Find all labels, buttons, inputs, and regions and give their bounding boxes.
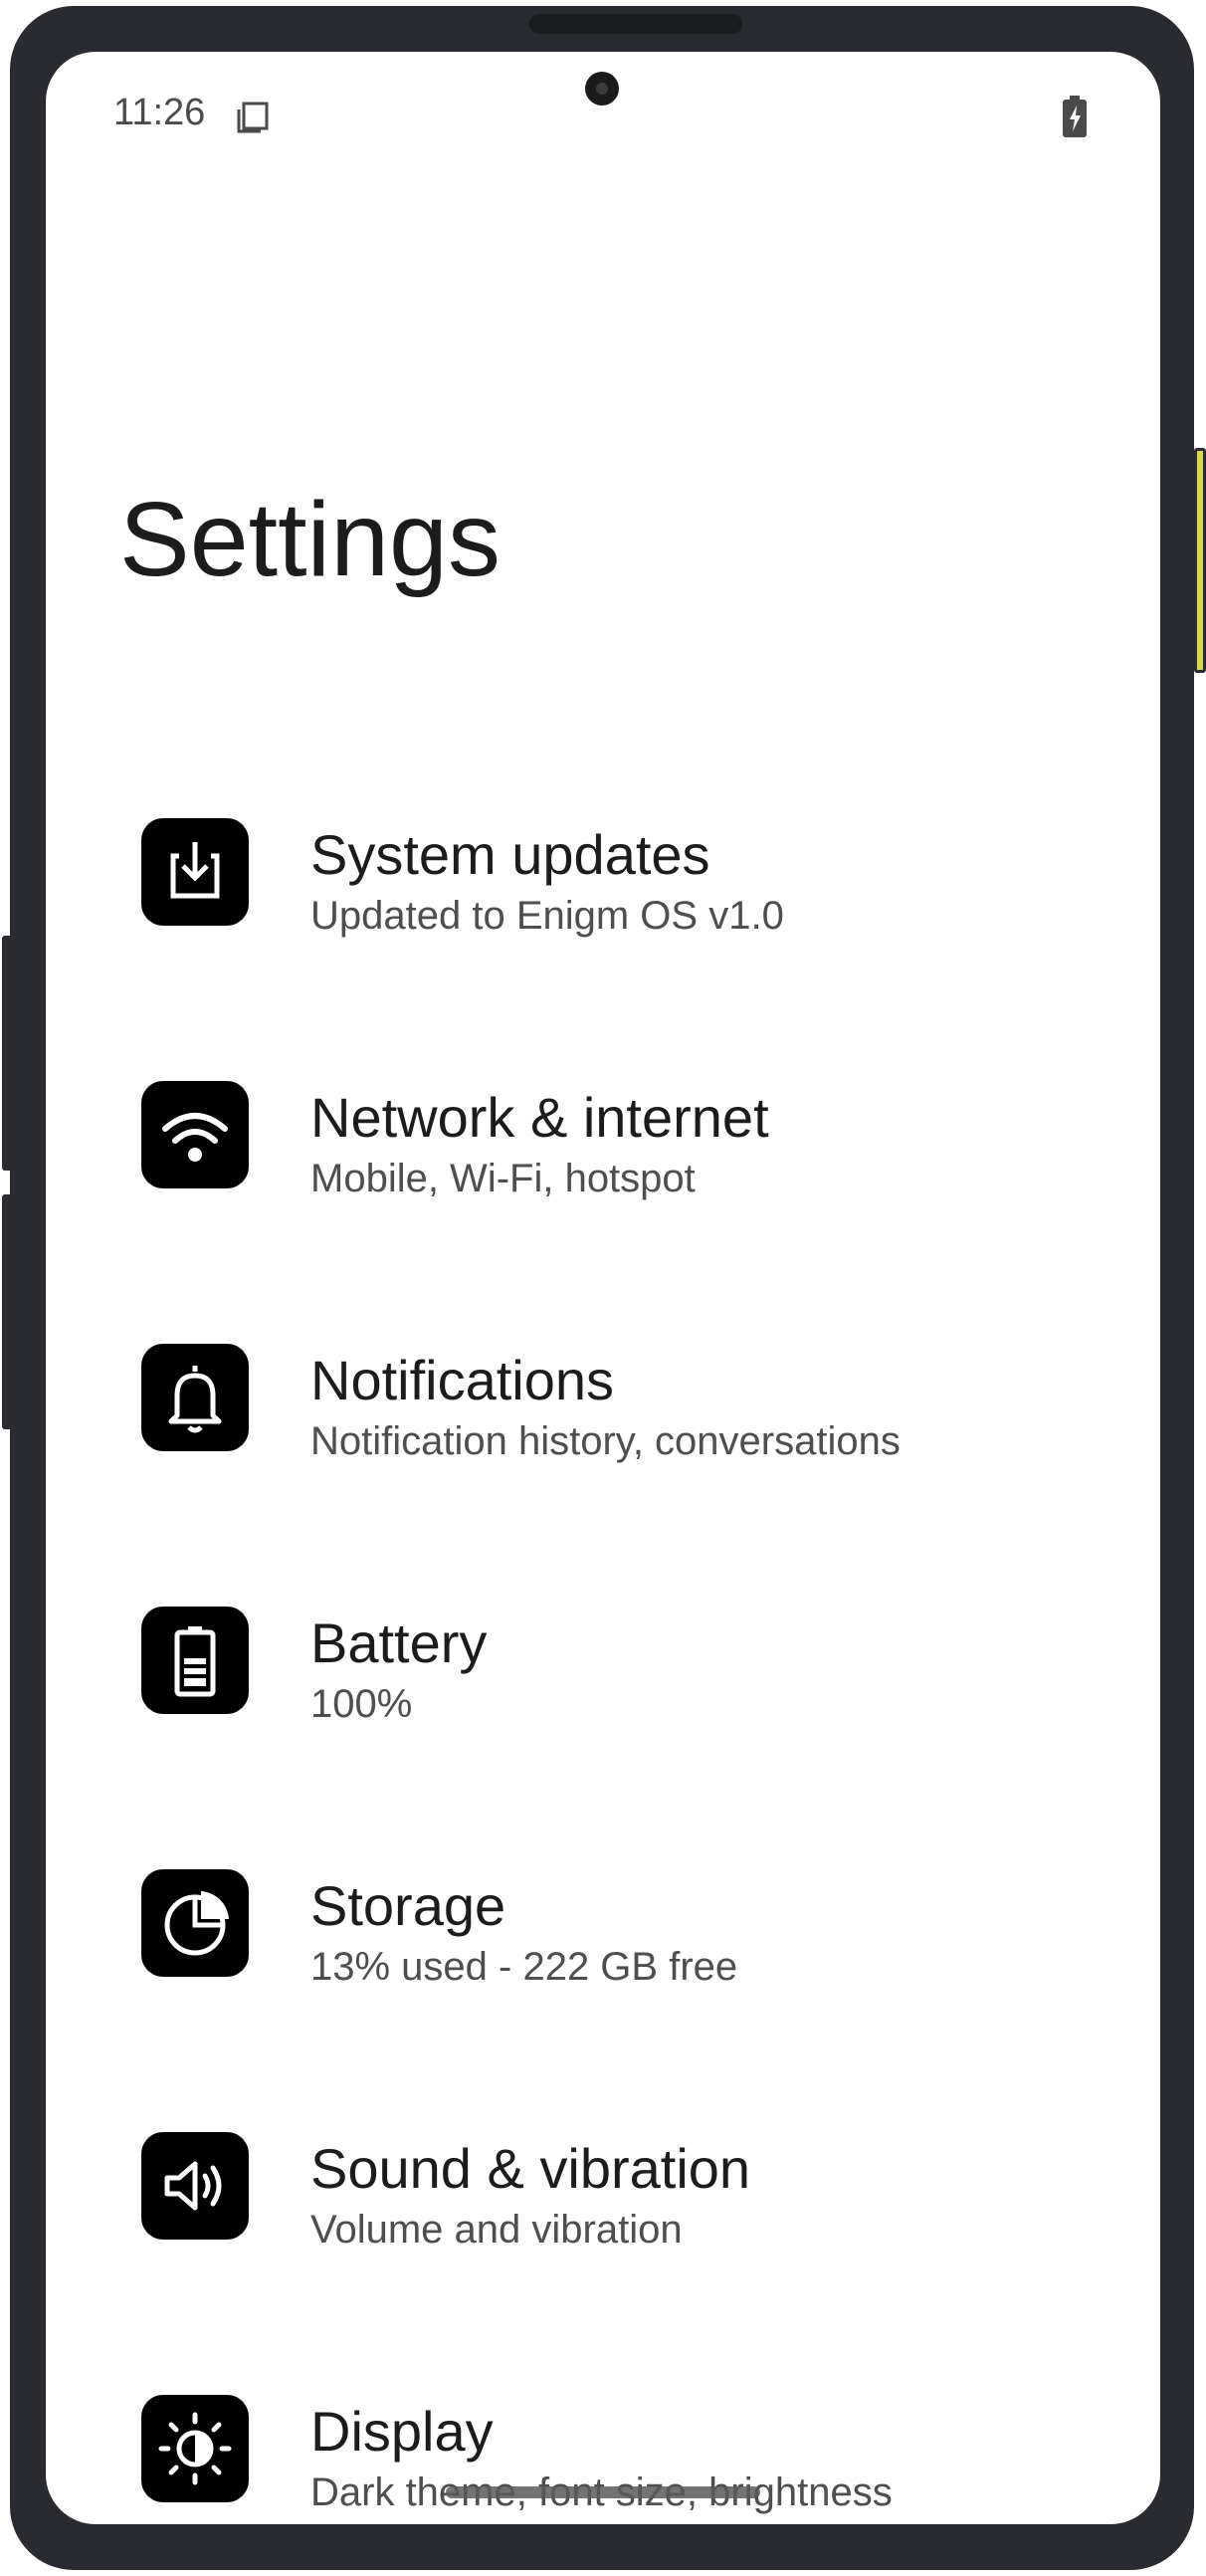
settings-item-subtitle: 13% used - 222 GB free (310, 1945, 738, 1989)
storage-icon (141, 1869, 249, 1977)
settings-item-title: System updates (310, 823, 710, 886)
settings-item-title: Display (310, 2400, 494, 2463)
page-title: Settings (119, 481, 502, 598)
settings-item-display[interactable]: Display Dark theme, font size, brightnes… (46, 2375, 1160, 2524)
volume-down-button (2, 1194, 12, 1429)
speaker-grille (529, 14, 742, 34)
settings-item-sound[interactable]: Sound & vibration Volume and vibration (46, 2112, 1160, 2375)
settings-item-system-updates[interactable]: System updates Updated to Enigm OS v1.0 (46, 798, 1160, 1061)
bell-icon (141, 1344, 249, 1451)
battery-charging-icon (1061, 96, 1089, 139)
screen: 11:26 Settings System updates Updated to… (46, 52, 1160, 2524)
settings-item-battery[interactable]: Battery 100% (46, 1587, 1160, 1849)
settings-item-title: Notifications (310, 1349, 615, 1411)
settings-item-title: Network & internet (310, 1086, 769, 1149)
status-time: 11:26 (113, 92, 206, 133)
settings-item-subtitle: Volume and vibration (310, 2208, 683, 2252)
settings-item-title: Storage (310, 1874, 506, 1937)
speaker-icon (141, 2132, 249, 2240)
power-button (1194, 448, 1206, 673)
status-bar: 11:26 (46, 52, 1160, 181)
settings-item-title: Sound & vibration (310, 2137, 751, 2200)
settings-item-notifications[interactable]: Notifications Notification history, conv… (46, 1324, 1160, 1587)
settings-item-subtitle: Updated to Enigm OS v1.0 (310, 894, 784, 938)
settings-item-subtitle: Mobile, Wi-Fi, hotspot (310, 1157, 696, 1200)
settings-item-storage[interactable]: Storage 13% used - 222 GB free (46, 1849, 1160, 2112)
gesture-nav-handle[interactable] (446, 2486, 760, 2498)
brightness-icon (141, 2395, 249, 2502)
system-update-icon (141, 818, 249, 926)
battery-icon (141, 1607, 249, 1714)
settings-item-subtitle: 100% (310, 1682, 413, 1726)
volume-up-button (2, 936, 12, 1171)
settings-item-network[interactable]: Network & internet Mobile, Wi-Fi, hotspo… (46, 1061, 1160, 1324)
settings-item-title: Battery (310, 1611, 488, 1674)
wifi-icon (141, 1081, 249, 1188)
settings-item-subtitle: Notification history, conversations (310, 1419, 901, 1463)
screenshot-notification-icon (235, 100, 271, 135)
